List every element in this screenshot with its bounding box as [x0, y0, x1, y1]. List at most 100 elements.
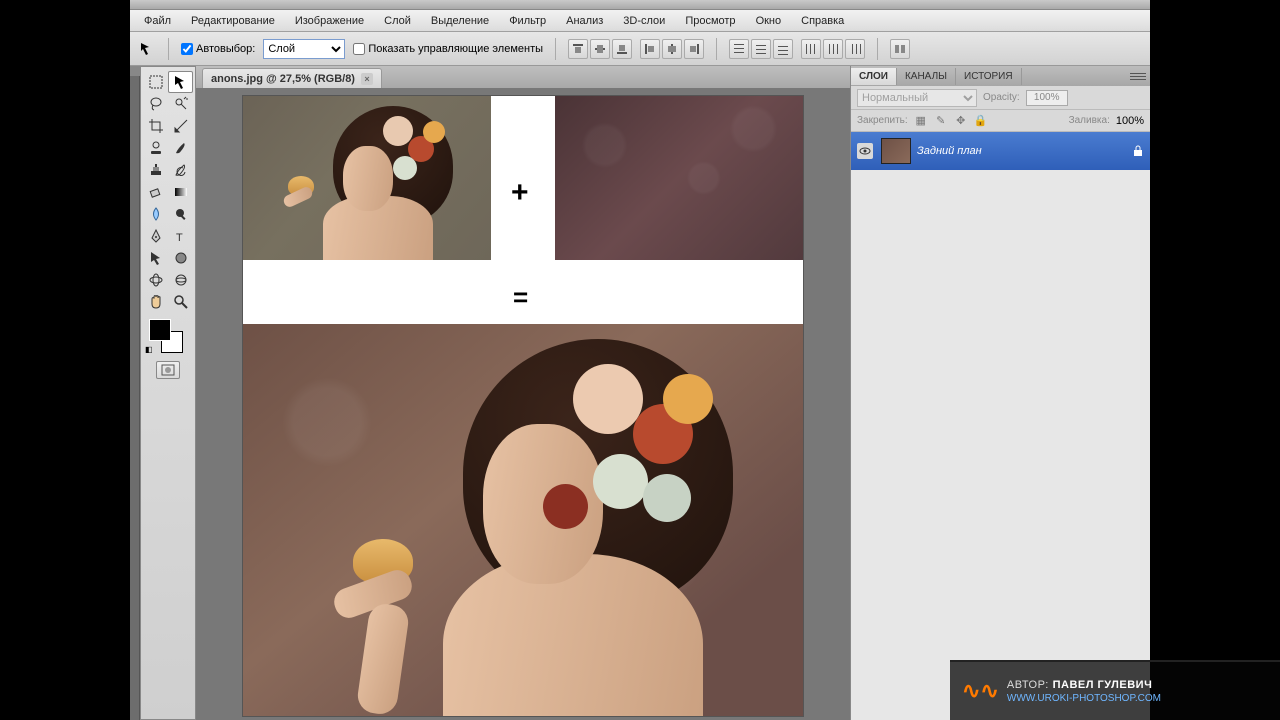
menu-image[interactable]: Изображение — [287, 12, 372, 30]
type-tool-icon[interactable]: T — [168, 225, 193, 247]
auto-select-input[interactable] — [181, 43, 193, 55]
toolbox: T ◧ — [140, 66, 196, 720]
auto-select-checkbox[interactable]: Автовыбор: — [181, 43, 255, 55]
quick-mask-icon[interactable] — [156, 361, 180, 379]
3d-orbit-tool-icon[interactable] — [168, 269, 193, 291]
layer-list[interactable]: Задний план — [851, 132, 1150, 720]
layer-row[interactable]: Задний план — [851, 132, 1150, 170]
default-colors-icon[interactable]: ◧ — [145, 345, 153, 354]
work-area: T ◧ anon — [130, 66, 1150, 720]
menu-3d[interactable]: 3D-слои — [615, 12, 673, 30]
tab-channels[interactable]: КАНАЛЫ — [897, 68, 956, 85]
lock-row: Закрепить: ▦ ✎ ✥ 🔒 Заливка: 100% — [851, 110, 1150, 132]
menu-window[interactable]: Окно — [748, 12, 790, 30]
distribute-left-icon[interactable] — [801, 39, 821, 59]
distribute-bottom-icon[interactable] — [773, 39, 793, 59]
lasso-tool-icon[interactable] — [143, 93, 168, 115]
svg-text:T: T — [176, 232, 183, 244]
photoshop-window: Файл Редактирование Изображение Слой Выд… — [130, 0, 1150, 720]
crop-tool-icon[interactable] — [143, 115, 168, 137]
panel-tabs: СЛОИ КАНАЛЫ ИСТОРИЯ — [851, 66, 1150, 86]
lock-position-icon[interactable]: ✥ — [954, 114, 968, 128]
lock-pixels-icon[interactable]: ▦ — [914, 114, 928, 128]
tab-layers[interactable]: СЛОИ — [851, 68, 897, 85]
auto-select-target[interactable]: Слой — [263, 39, 345, 59]
menu-layer[interactable]: Слой — [376, 12, 419, 30]
color-swatches[interactable]: ◧ — [143, 317, 193, 357]
blur-tool-icon[interactable] — [143, 203, 168, 225]
quick-select-tool-icon[interactable] — [168, 93, 193, 115]
align-vcenter-icon[interactable] — [590, 39, 610, 59]
3d-rotate-tool-icon[interactable] — [143, 269, 168, 291]
fill-value[interactable]: 100% — [1116, 115, 1144, 127]
result-image — [243, 324, 803, 716]
auto-align-icon[interactable] — [890, 39, 910, 59]
source-image-portrait — [243, 96, 491, 260]
align-left-icon[interactable] — [640, 39, 660, 59]
document-tab-label: anons.jpg @ 27,5% (RGB/8) — [211, 73, 355, 85]
menu-filter[interactable]: Фильтр — [501, 12, 554, 30]
show-controls-input[interactable] — [353, 43, 365, 55]
align-right-icon[interactable] — [684, 39, 704, 59]
pen-tool-icon[interactable] — [143, 225, 168, 247]
watermark-author: АВТОР: ПАВЕЛ ГУЛЕВИЧ — [1007, 677, 1161, 692]
blend-mode-select[interactable]: Нормальный — [857, 89, 977, 107]
document-area: anons.jpg @ 27,5% (RGB/8) × — [196, 66, 850, 720]
align-group-1 — [568, 39, 632, 59]
move-tool-icon[interactable] — [168, 71, 193, 93]
menu-help[interactable]: Справка — [793, 12, 852, 30]
gradient-tool-icon[interactable] — [168, 181, 193, 203]
watermark-logo-icon: ∿∿ — [962, 678, 999, 704]
eraser-tool-icon[interactable] — [143, 181, 168, 203]
foreground-color-swatch[interactable] — [149, 319, 171, 341]
move-tool-icon — [138, 40, 156, 58]
document-tab[interactable]: anons.jpg @ 27,5% (RGB/8) × — [202, 68, 382, 88]
menu-edit[interactable]: Редактирование — [183, 12, 283, 30]
distribute-vcenter-icon[interactable] — [751, 39, 771, 59]
options-bar: Автовыбор: Слой Показать управляющие эле… — [130, 32, 1150, 66]
equals-symbol: = — [513, 282, 524, 313]
align-top-icon[interactable] — [568, 39, 588, 59]
distribute-group-2 — [801, 39, 865, 59]
dodge-tool-icon[interactable] — [168, 203, 193, 225]
left-dock-strip[interactable] — [130, 66, 140, 720]
hand-tool-icon[interactable] — [143, 291, 168, 313]
path-select-tool-icon[interactable] — [143, 247, 168, 269]
history-brush-tool-icon[interactable] — [168, 159, 193, 181]
align-hcenter-icon[interactable] — [662, 39, 682, 59]
title-bar — [130, 0, 1150, 10]
distribute-top-icon[interactable] — [729, 39, 749, 59]
healing-brush-tool-icon[interactable] — [143, 137, 168, 159]
menu-select[interactable]: Выделение — [423, 12, 497, 30]
menu-analysis[interactable]: Анализ — [558, 12, 611, 30]
canvas-viewport[interactable]: + = — [196, 88, 850, 720]
opacity-value[interactable]: 100% — [1026, 90, 1068, 106]
watermark: ∿∿ АВТОР: ПАВЕЛ ГУЛЕВИЧ WWW.UROKI-PHOTOS… — [950, 660, 1280, 720]
layers-panel: СЛОИ КАНАЛЫ ИСТОРИЯ Нормальный Opacity: … — [850, 66, 1150, 720]
lock-all-icon[interactable]: 🔒 — [974, 114, 988, 128]
show-controls-label: Показать управляющие элементы — [368, 43, 543, 55]
layer-thumbnail[interactable] — [881, 138, 911, 164]
tab-history[interactable]: ИСТОРИЯ — [956, 68, 1022, 85]
plus-symbol: + — [511, 176, 529, 210]
shape-tool-icon[interactable] — [168, 247, 193, 269]
close-tab-icon[interactable]: × — [361, 73, 373, 85]
show-controls-checkbox[interactable]: Показать управляющие элементы — [353, 43, 543, 55]
zoom-tool-icon[interactable] — [168, 291, 193, 313]
separator — [716, 38, 717, 60]
clone-stamp-tool-icon[interactable] — [143, 159, 168, 181]
distribute-hcenter-icon[interactable] — [823, 39, 843, 59]
menu-file[interactable]: Файл — [136, 12, 179, 30]
align-bottom-icon[interactable] — [612, 39, 632, 59]
panel-menu-icon[interactable] — [1130, 69, 1146, 83]
layer-name: Задний план — [917, 145, 982, 157]
distribute-group-1 — [729, 39, 793, 59]
brush-tool-icon[interactable] — [168, 137, 193, 159]
distribute-right-icon[interactable] — [845, 39, 865, 59]
canvas: + = — [243, 96, 803, 716]
marquee-tool-icon[interactable] — [143, 71, 168, 93]
lock-paint-icon[interactable]: ✎ — [934, 114, 948, 128]
menu-view[interactable]: Просмотр — [677, 12, 743, 30]
slice-tool-icon[interactable] — [168, 115, 193, 137]
visibility-toggle-icon[interactable] — [857, 143, 873, 159]
